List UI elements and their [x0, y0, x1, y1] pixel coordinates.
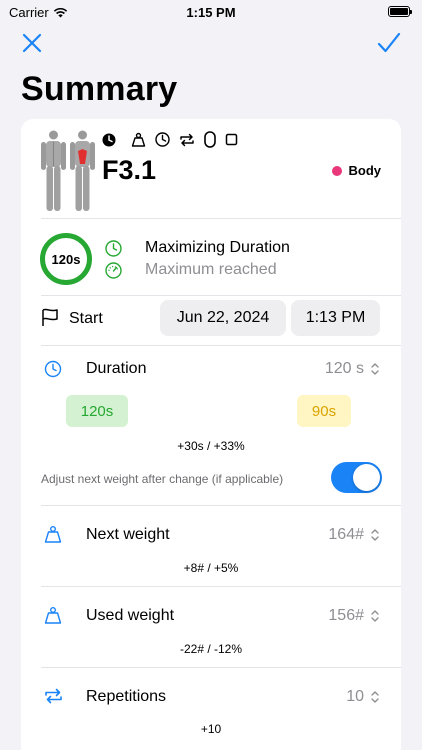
goal-subtitle: Maximum reached [145, 261, 277, 278]
body-front-icon [41, 130, 66, 211]
divider [41, 586, 401, 587]
chevron-updown-icon [371, 691, 379, 703]
repetitions-label: Repetitions [86, 688, 167, 705]
divider [41, 345, 401, 346]
adjust-weight-toggle[interactable] [331, 462, 382, 493]
duration-stepper[interactable]: 120 s [325, 360, 380, 378]
actual-duration-value: 120s [80, 402, 114, 420]
done-button[interactable] [376, 30, 402, 56]
toggle-knob [353, 464, 380, 491]
page-title: Summary [21, 70, 178, 108]
checkmark-icon [377, 32, 401, 53]
weight-icon [131, 132, 146, 147]
chevron-updown-icon [371, 363, 379, 375]
repetitions-diff: +10 [200, 722, 222, 736]
clock-icon [105, 240, 122, 257]
goal-title: Maximizing Duration [145, 239, 290, 256]
divider [41, 667, 401, 668]
close-icon [22, 33, 42, 53]
stopwatch-icon [44, 360, 62, 378]
actual-duration-chip: 120s [66, 395, 128, 427]
ring-label: 120s [51, 251, 81, 267]
repeat-icon [179, 133, 195, 147]
weight-icon [44, 607, 62, 624]
duration-diff: +30s / +33% [177, 439, 245, 453]
start-date-value: Jun 22, 2024 [176, 309, 270, 326]
next-weight-value: 164# [328, 526, 364, 543]
divider [41, 295, 401, 296]
duration-ring: 120s [40, 233, 92, 285]
target-duration-value: 90s [311, 402, 337, 420]
start-time-value: 1:13 PM [305, 309, 366, 326]
capsule-icon [204, 131, 216, 148]
attribute-icons [102, 131, 238, 148]
summary-card: F3.1 Body 120s Maximizing Duration Maxim… [21, 119, 401, 750]
goal-icons [105, 240, 122, 279]
next-weight-diff: +8# / +5% [183, 561, 239, 575]
duration-value: 120 s [324, 360, 364, 377]
battery-icon [388, 6, 412, 17]
chevron-updown-icon [371, 529, 379, 541]
used-weight-label: Used weight [86, 607, 175, 624]
start-label: Start [69, 310, 103, 327]
repeat-icon [45, 688, 62, 704]
next-weight-stepper[interactable]: 164# [328, 526, 380, 544]
start-date-picker[interactable]: Jun 22, 2024 [160, 300, 286, 336]
repetitions-stepper[interactable]: 10 [346, 688, 380, 706]
used-weight-diff: -22# / -12% [179, 642, 243, 656]
status-time: 1:15 PM [186, 5, 236, 20]
adjust-weight-label: Adjust next weight after change (if appl… [41, 472, 284, 486]
duration-label: Duration [86, 360, 147, 377]
weight-icon [44, 526, 62, 543]
chevron-updown-icon [371, 610, 379, 622]
gauge-icon [105, 262, 122, 279]
square-icon [225, 133, 238, 146]
divider [41, 505, 401, 506]
category-dot [331, 165, 342, 176]
target-duration-chip: 90s [297, 395, 351, 427]
used-weight-value: 156# [328, 607, 364, 624]
exercise-name: F3.1 [102, 155, 157, 185]
next-weight-label: Next weight [86, 526, 170, 543]
body-back-icon [70, 130, 95, 211]
category-label: Body [348, 163, 382, 178]
repetitions-value: 10 [346, 688, 364, 705]
flag-icon [42, 308, 58, 326]
clock-filled-icon [102, 133, 116, 147]
used-weight-stepper[interactable]: 156# [328, 607, 380, 625]
status-bar: Carrier 1:15 PM [0, 0, 422, 26]
close-button[interactable] [19, 30, 45, 56]
divider [41, 218, 401, 219]
timer-icon [155, 132, 170, 147]
start-time-picker[interactable]: 1:13 PM [291, 300, 380, 336]
category-badge: Body [331, 163, 382, 178]
